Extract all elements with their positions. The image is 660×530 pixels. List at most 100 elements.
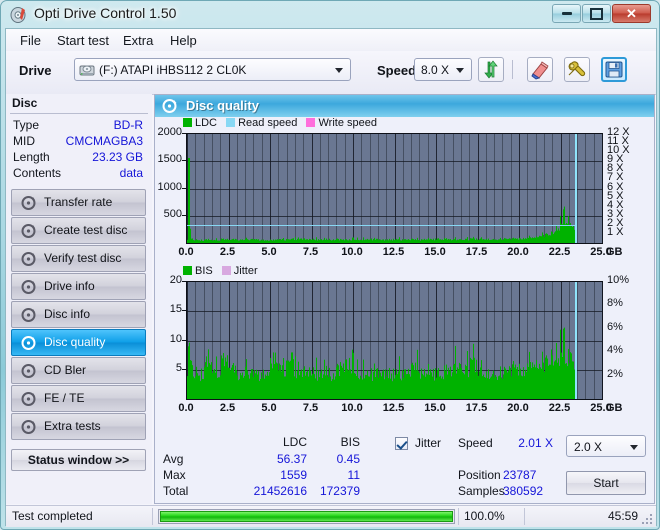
disc-row-contents: Contents data [6,166,152,182]
client-area: File Start test Extra Help Drive (F:) AT… [5,28,657,527]
series-bis [187,327,575,399]
start-button[interactable]: Start [566,471,646,495]
stats-total-ldc: 21452616 [253,484,307,498]
y-axis-tick: 500 [163,207,182,220]
speed-value: 8.0 X [421,63,450,77]
y-axis-tick: 1000 [157,180,182,193]
series-ldc [187,158,575,243]
status-text: Test completed [12,509,93,523]
resize-grip[interactable] [642,514,653,525]
x-axis-tick: 2.5 [219,246,236,258]
toolbar: Drive (F:) ATAPI iHBS112 2 CL0K Speed 8.… [6,51,656,95]
sidebar-item-cd-bler[interactable]: CD Bler [11,357,146,384]
status-window-button[interactable]: Status window >> [11,449,146,471]
sidebar-item-disc-quality[interactable]: Disc quality [11,329,146,356]
samples-value: 380592 [503,484,544,498]
x-axis-tick: 12.5 [382,246,405,258]
panel-title: Disc quality [186,98,259,113]
test-speed-value: 2.0 X [574,440,603,454]
disc-icon [21,223,37,239]
sidebar-item-label: Drive info [44,279,95,293]
window-title: Opti Drive Control 1.50 [34,5,177,21]
x-axis-tick: 17.5 [465,246,488,258]
tools-button[interactable] [564,57,590,82]
jitter-checkbox[interactable] [395,437,408,450]
x-axis-tick: 0.0 [178,402,194,414]
sidebar-item-label: Transfer rate [44,195,113,209]
disc-value: CMCMAGBA3 [65,134,143,148]
title-bar[interactable]: Opti Drive Control 1.50 ✕ [1,1,660,29]
x-axis-tick: 22.5 [548,246,571,258]
legend-label: Write speed [318,117,377,129]
disc-section-header: Disc [12,96,38,110]
sidebar-item-label: Disc quality [44,335,106,349]
sidebar-item-create-test-disc[interactable]: Create test disc [11,217,146,244]
x-axis-tick: 5.0 [261,246,277,258]
legend-swatch-bis [183,266,192,275]
stats-row-total-label: Total [163,484,189,498]
speed-stat-label: Speed [458,436,493,450]
close-icon: ✕ [626,5,637,21]
stats-avg-bis: 0.45 [336,452,360,466]
close-button[interactable]: ✕ [612,4,651,23]
legend-swatch-write-speed [306,118,316,127]
speed-select[interactable]: 8.0 X [414,58,472,81]
minimize-button[interactable] [552,4,581,23]
menu-item-file[interactable]: File [15,32,46,49]
y-axis-tickmark [182,339,186,341]
refresh-button[interactable] [478,57,504,82]
x-axis-tick: 7.5 [302,246,319,258]
x-axis-tick: 15.0 [424,246,446,258]
sidebar-item-fe-te[interactable]: FE / TE [11,385,146,412]
sidebar-item-label: FE / TE [44,391,85,405]
menu-item-help[interactable]: Help [165,32,202,49]
disc-key: Contents [13,166,62,180]
y2-axis-tick: 10% [607,274,630,286]
chart-cursor-line [575,134,578,243]
menu-item-extra[interactable]: Extra [118,32,158,49]
grid-line [602,282,603,399]
maximize-icon [583,5,610,22]
sidebar-item-extra-tests[interactable]: Extra tests [11,413,146,440]
y-axis-tick: 1500 [157,153,182,166]
sidebar-item-label: Extra tests [44,419,101,433]
x-axis-tick: 7.5 [302,402,319,414]
maximize-button[interactable] [582,4,611,23]
menu-item-start-test[interactable]: Start test [52,32,114,49]
x-axis-tick: 2.5 [219,402,236,414]
sidebar-item-verify-test-disc[interactable]: Verify test disc [11,245,146,272]
stats-col-bis: BIS [340,435,360,449]
test-speed-select[interactable]: 2.0 X [566,435,646,457]
series-read-speed-line [187,224,576,226]
chart1-plot-area[interactable] [186,133,603,244]
legend-label: BIS [195,265,213,277]
sidebar-item-disc-info[interactable]: Disc info [11,301,146,328]
erase-button[interactable] [527,57,553,82]
optical-drive-icon [79,62,95,78]
stats-max-ldc: 1559 [280,468,307,482]
chevron-down-icon [456,68,464,73]
menu-bar: File Start test Extra Help [6,29,656,51]
elapsed-time: 45:59 [607,509,638,523]
stats-row-avg-label: Avg [163,452,184,466]
sidebar-item-transfer-rate[interactable]: Transfer rate [11,189,146,216]
sidebar-item-drive-info[interactable]: Drive info [11,273,146,300]
y-axis-tickmark [182,214,186,216]
save-button[interactable] [601,57,627,82]
divider [10,113,148,114]
chart2-plot-area[interactable] [186,281,603,400]
disc-quality-bis-chart[interactable]: BIS Jitter 5 10 15 20 2% 4% 6% 8% 10% 0.0 2.5 5.0… [155,265,654,414]
refresh-arrows-icon [484,60,498,79]
disc-icon [21,419,37,435]
samples-label: Samples [458,484,505,498]
legend-label: LDC [195,117,218,129]
progress-bar-fill [160,511,453,522]
drive-select[interactable]: (F:) ATAPI iHBS112 2 CL0K [74,58,351,81]
disc-quality-ldc-chart[interactable]: LDC Read speed Write speed 500 1000 1500 20… [155,117,654,258]
x-axis-tick: 15.0 [424,402,446,414]
y-axis-tickmark [182,281,186,282]
disc-key: Length [13,150,50,164]
sidebar-item-label: CD Bler [44,363,87,377]
y2-axis-tick: 8% [607,297,623,310]
x-axis-tick: 17.5 [465,402,488,414]
